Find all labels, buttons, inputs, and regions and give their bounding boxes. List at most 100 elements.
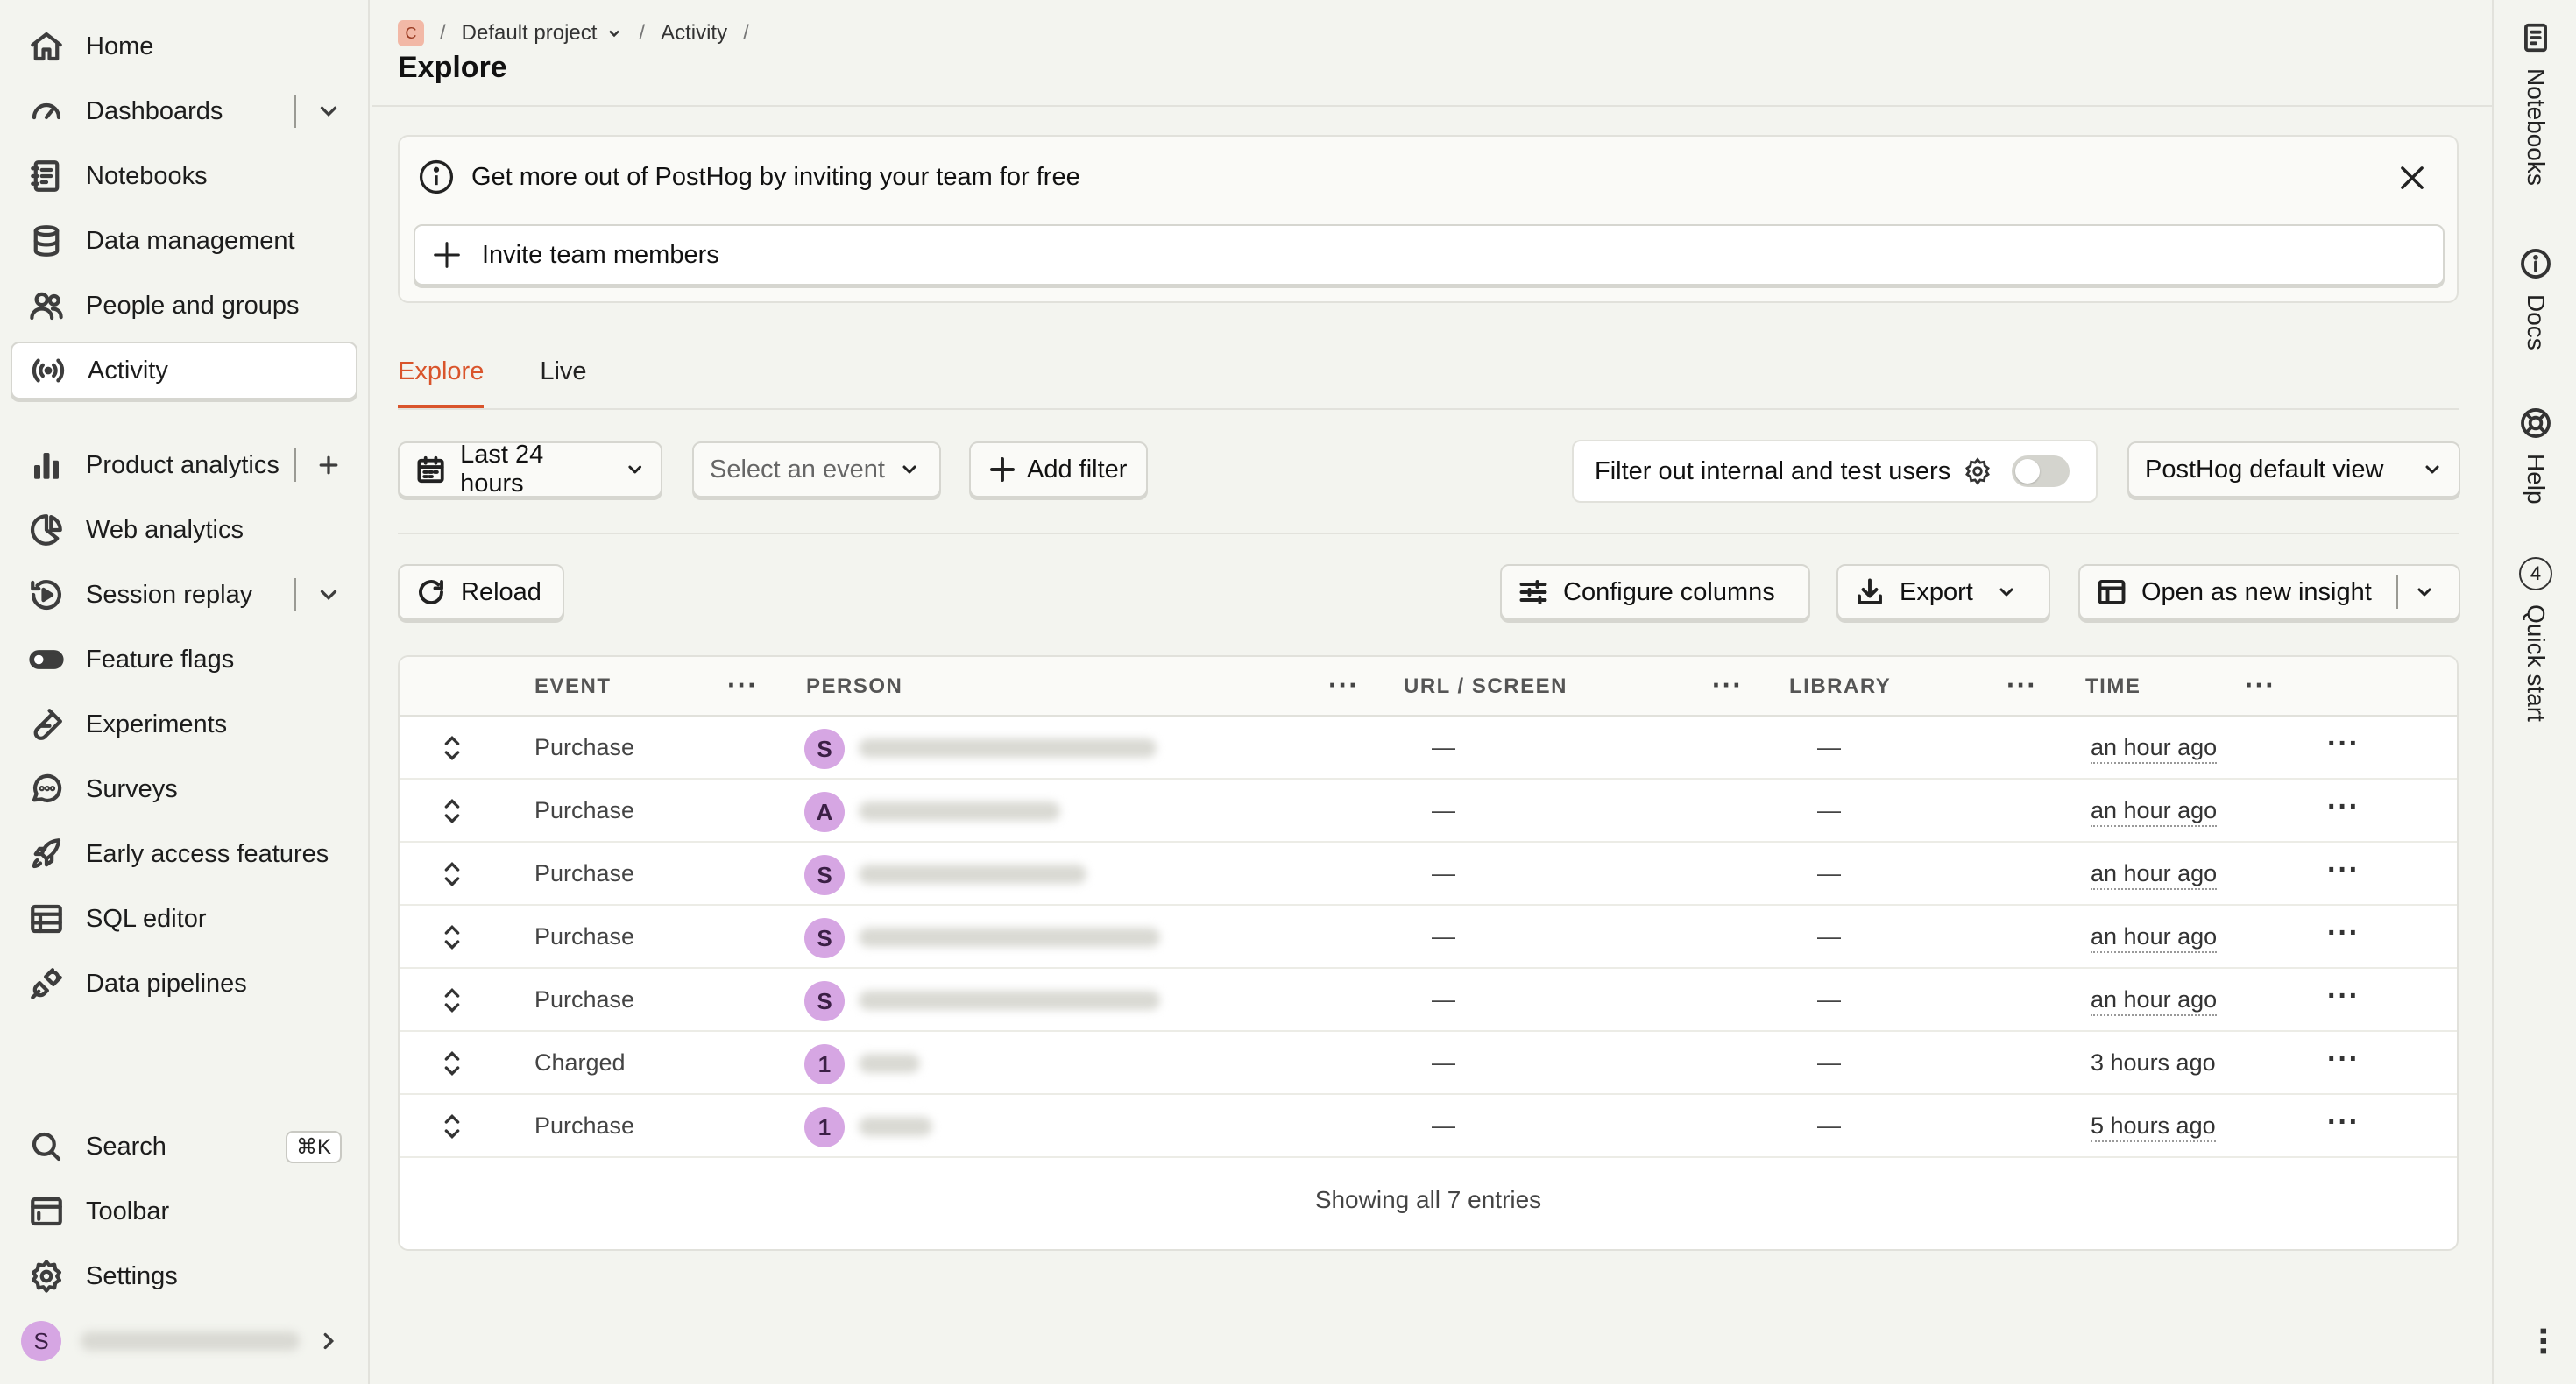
export-button[interactable]: Export <box>1836 564 2050 620</box>
sidebar-item-label: Dashboards <box>86 96 223 125</box>
chevron-down-icon[interactable] <box>315 98 342 124</box>
sidebar-item-settings[interactable]: Settings <box>11 1247 357 1305</box>
flask-icon <box>26 704 67 745</box>
url-value: — <box>1432 1112 1455 1139</box>
open-as-new-insight-button[interactable]: Open as new insight <box>2078 564 2460 620</box>
main-content: C / Default project / Activity / Explore… <box>372 0 2492 1384</box>
person-redacted[interactable] <box>859 1117 932 1136</box>
tab-live[interactable]: Live <box>540 350 586 408</box>
table-row[interactable]: Purchase S — — an hour ago ··· <box>400 843 2457 906</box>
table-row[interactable]: Purchase A — — an hour ago ··· <box>400 780 2457 843</box>
table-row[interactable]: Charged 1 — — 3 hours ago ··· <box>400 1032 2457 1095</box>
column-header-library[interactable]: LIBRARY <box>1789 674 1891 699</box>
time-value: an hour ago <box>2091 860 2218 890</box>
people-icon <box>26 286 67 326</box>
sidebar-item-session-replay[interactable]: Session replay <box>11 566 357 624</box>
person-redacted[interactable] <box>859 738 1157 758</box>
column-header-url-screen[interactable]: URL / SCREEN <box>1404 674 1568 699</box>
sidebar-item-experiments[interactable]: Experiments <box>11 696 357 753</box>
sidebar-item-data-management[interactable]: Data management <box>11 212 357 270</box>
table-row[interactable]: Purchase 1 — — 5 hours ago ··· <box>400 1095 2457 1158</box>
breadcrumb-activity[interactable]: Activity <box>661 21 727 46</box>
breadcrumb-project[interactable]: Default project <box>462 21 624 46</box>
expand-icon[interactable] <box>435 857 470 892</box>
sidebar-item-toolbar[interactable]: Toolbar <box>11 1183 357 1240</box>
sidebar-item-label: Data management <box>86 226 295 255</box>
sidebar-user-menu[interactable]: S <box>11 1312 357 1370</box>
column-header-event[interactable]: EVENT <box>534 674 612 699</box>
gear-icon <box>26 1256 67 1296</box>
column-header-time[interactable]: TIME <box>2085 674 2141 699</box>
person-redacted[interactable] <box>859 991 1160 1010</box>
row-menu-icon[interactable]: ··· <box>2327 853 2360 887</box>
rail-docs[interactable]: Docs <box>2494 247 2576 350</box>
expand-icon[interactable] <box>435 1109 470 1144</box>
sidebar-item-label: Product analytics <box>86 450 280 479</box>
plus-icon <box>434 242 460 268</box>
row-menu-icon[interactable]: ··· <box>2327 790 2360 824</box>
sidebar-item-notebooks[interactable]: Notebooks <box>11 147 357 205</box>
expand-icon[interactable] <box>435 983 470 1018</box>
chevron-down-icon[interactable] <box>315 582 342 608</box>
column-menu-icon[interactable]: ··· <box>1328 669 1359 702</box>
divider <box>294 448 296 482</box>
sidebar-item-activity[interactable]: Activity <box>11 342 357 399</box>
invite-team-members-button[interactable]: Invite team members <box>414 224 2445 286</box>
row-menu-icon[interactable]: ··· <box>2327 1105 2360 1140</box>
expand-icon[interactable] <box>435 794 470 829</box>
url-value: — <box>1432 923 1455 950</box>
plug-icon <box>26 964 67 1004</box>
sidebar-item-feature-flags[interactable]: Feature flags <box>11 631 357 688</box>
sidebar-item-product-analytics[interactable]: Product analytics <box>11 436 357 494</box>
person-redacted[interactable] <box>859 928 1160 947</box>
rail-quick-start[interactable]: 4 Quick start <box>2494 557 2576 722</box>
search-icon <box>26 1126 67 1167</box>
view-select[interactable]: PostHog default view <box>2127 441 2460 498</box>
sidebar-item-data-pipelines[interactable]: Data pipelines <box>11 955 357 1013</box>
close-icon[interactable] <box>2396 161 2429 194</box>
column-menu-icon[interactable]: ··· <box>2006 669 2037 702</box>
reload-button[interactable]: Reload <box>398 564 564 620</box>
table-row[interactable]: Purchase S — — an hour ago ··· <box>400 969 2457 1032</box>
add-filter-button[interactable]: Add filter <box>969 441 1148 498</box>
column-menu-icon[interactable]: ··· <box>2245 669 2275 702</box>
gear-icon[interactable] <box>1963 456 1992 486</box>
avatar: S <box>804 981 845 1021</box>
sidebar-item-surveys[interactable]: Surveys <box>11 760 357 818</box>
table-row[interactable]: Purchase S — — an hour ago ··· <box>400 906 2457 969</box>
event-name: Purchase <box>534 797 635 823</box>
table-row[interactable]: Purchase S — — an hour ago ··· <box>400 717 2457 780</box>
event-select[interactable]: Select an event <box>692 441 941 498</box>
expand-icon[interactable] <box>435 1046 470 1081</box>
sidebar-item-web-analytics[interactable]: Web analytics <box>11 501 357 559</box>
chevron-down-icon[interactable] <box>2414 582 2435 603</box>
sidebar-item-search[interactable]: Search ⌘K <box>11 1118 357 1176</box>
rail-help[interactable]: Help <box>2494 406 2576 505</box>
plus-icon[interactable] <box>315 452 342 478</box>
rail-notebooks[interactable]: Notebooks <box>2494 21 2576 186</box>
column-header-person[interactable]: PERSON <box>806 674 902 699</box>
sidebar-item-sql-editor[interactable]: SQL editor <box>11 890 357 948</box>
date-range-picker[interactable]: Last 24 hours <box>398 441 662 498</box>
row-menu-icon[interactable]: ··· <box>2327 916 2360 950</box>
internal-users-toggle[interactable] <box>2012 455 2070 487</box>
sidebar-item-home[interactable]: Home <box>11 18 357 75</box>
tab-explore[interactable]: Explore <box>398 350 485 408</box>
expand-icon[interactable] <box>435 731 470 766</box>
sidebar-item-dashboards[interactable]: Dashboards <box>11 82 357 140</box>
row-menu-icon[interactable]: ··· <box>2327 979 2360 1013</box>
library-value: — <box>1817 986 1841 1013</box>
column-menu-icon[interactable]: ··· <box>727 669 758 702</box>
person-redacted[interactable] <box>859 865 1086 884</box>
person-redacted[interactable] <box>859 801 1060 821</box>
expand-icon[interactable] <box>435 920 470 955</box>
sidebar-item-early-access-features[interactable]: Early access features <box>11 825 357 883</box>
person-redacted[interactable] <box>859 1054 920 1073</box>
avatar: 1 <box>804 1107 845 1147</box>
row-menu-icon[interactable]: ··· <box>2327 1042 2360 1077</box>
configure-columns-button[interactable]: Configure columns <box>1500 564 1810 620</box>
row-menu-icon[interactable]: ··· <box>2327 727 2360 761</box>
more-options-icon[interactable]: ⋯ <box>2525 1326 2560 1356</box>
column-menu-icon[interactable]: ··· <box>1712 669 1743 702</box>
sidebar-item-people-and-groups[interactable]: People and groups <box>11 277 357 335</box>
